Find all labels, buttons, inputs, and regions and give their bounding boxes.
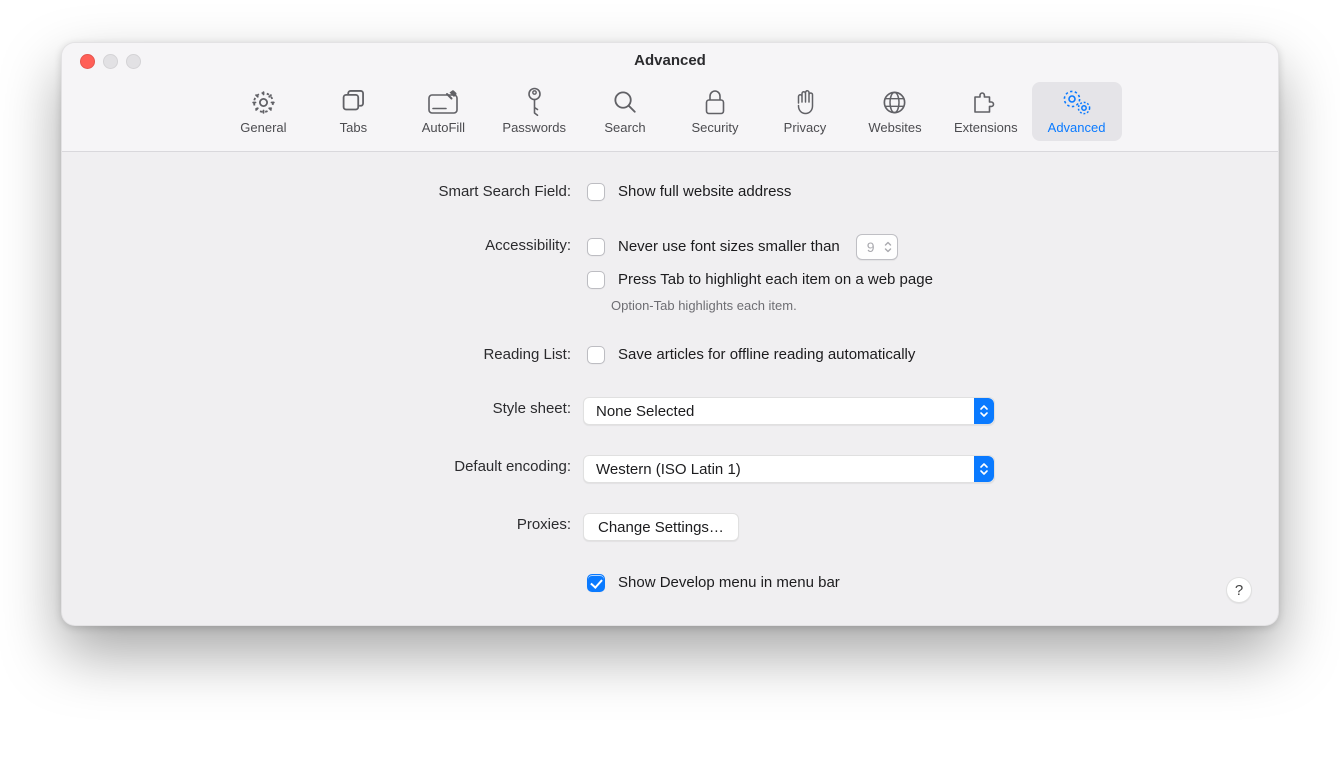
show-develop-menu-label: Show Develop menu in menu bar [618, 572, 840, 594]
style-sheet-popup[interactable]: None Selected [583, 397, 995, 425]
help-button[interactable]: ? [1226, 577, 1252, 603]
titlebar: Advanced [62, 43, 1278, 78]
smart-search-label: Smart Search Field: [86, 180, 571, 200]
show-full-address-checkbox[interactable] [587, 183, 605, 201]
tab-privacy[interactable]: Privacy [760, 82, 850, 141]
offline-reading-label: Save articles for offline reading automa… [618, 344, 915, 366]
tab-tabs[interactable]: Tabs [308, 82, 398, 141]
default-encoding-popup[interactable]: Western (ISO Latin 1) [583, 455, 995, 483]
min-font-checkbox[interactable] [587, 238, 605, 256]
chevrons-icon [974, 456, 994, 482]
tab-advanced[interactable]: Advanced [1032, 82, 1122, 141]
window-title: Advanced [634, 52, 706, 69]
hand-icon [793, 88, 817, 116]
tab-extensions[interactable]: Extensions [940, 82, 1032, 141]
advanced-pane: Smart Search Field: Show full website ad… [62, 152, 1278, 625]
tab-autofill[interactable]: AutoFill [398, 82, 488, 141]
tab-label: General [240, 120, 286, 135]
min-font-size-stepper[interactable]: 9 [856, 234, 898, 260]
minimize-window-button[interactable] [103, 54, 118, 69]
change-proxy-settings-button[interactable]: Change Settings… [583, 513, 739, 541]
style-sheet-label: Style sheet: [86, 397, 571, 417]
accessibility-label: Accessibility: [86, 234, 571, 254]
window-traffic-lights [80, 54, 141, 69]
tab-label: Passwords [502, 120, 566, 135]
tab-passwords[interactable]: Passwords [488, 82, 580, 141]
tab-search[interactable]: Search [580, 82, 670, 141]
chevrons-icon [879, 235, 897, 259]
proxies-label: Proxies: [86, 513, 571, 533]
tab-label: Advanced [1048, 120, 1106, 135]
tab-highlight-checkbox[interactable] [587, 271, 605, 289]
default-encoding-label: Default encoding: [86, 455, 571, 475]
min-font-label: Never use font sizes smaller than [618, 236, 840, 258]
gear-icon [250, 88, 277, 116]
preferences-window: Advanced General Tabs [61, 42, 1279, 626]
zoom-window-button[interactable] [126, 54, 141, 69]
tab-label: AutoFill [422, 120, 465, 135]
tab-label: Security [692, 120, 739, 135]
reading-list-label: Reading List: [86, 343, 571, 363]
close-window-button[interactable] [80, 54, 95, 69]
tab-highlight-hint: Option-Tab highlights each item. [611, 298, 933, 313]
tab-general[interactable]: General [218, 82, 308, 141]
offline-reading-checkbox[interactable] [587, 346, 605, 364]
search-icon [612, 88, 638, 116]
tab-security[interactable]: Security [670, 82, 760, 141]
change-proxy-settings-label: Change Settings… [598, 519, 724, 536]
chevrons-icon [974, 398, 994, 424]
globe-icon [881, 88, 908, 116]
puzzle-icon [971, 88, 1001, 116]
tab-label: Privacy [784, 120, 827, 135]
show-develop-menu-checkbox[interactable] [587, 574, 605, 592]
tab-highlight-label: Press Tab to highlight each item on a we… [618, 269, 933, 291]
tab-label: Tabs [340, 120, 367, 135]
show-full-address-label: Show full website address [618, 181, 791, 203]
style-sheet-value: None Selected [584, 403, 974, 420]
double-gear-icon [1060, 88, 1094, 116]
tabs-icon [340, 88, 367, 116]
question-mark-icon: ? [1235, 582, 1243, 599]
default-encoding-value: Western (ISO Latin 1) [584, 461, 974, 478]
min-font-size-value: 9 [857, 236, 879, 258]
preferences-toolbar: General Tabs A [62, 78, 1278, 152]
tab-label: Search [604, 120, 645, 135]
tab-label: Websites [868, 120, 921, 135]
lock-icon [704, 88, 726, 116]
tab-label: Extensions [954, 120, 1018, 135]
tab-websites[interactable]: Websites [850, 82, 940, 141]
key-icon [525, 88, 544, 116]
autofill-icon [427, 88, 459, 116]
